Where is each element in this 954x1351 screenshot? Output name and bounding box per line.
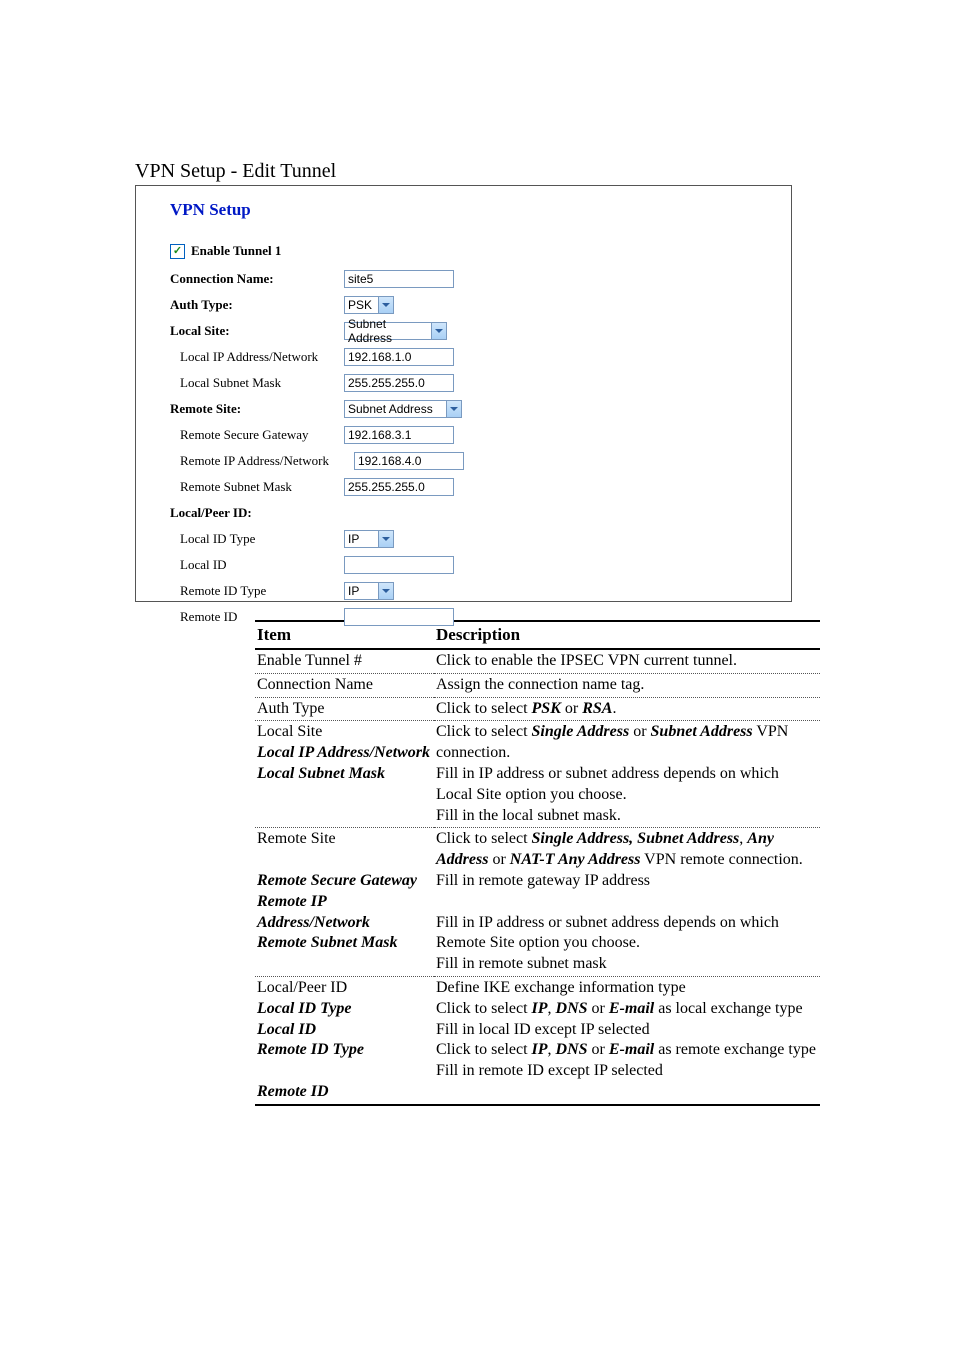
local-site-label: Local Site: (170, 323, 344, 339)
remote-mask-label: Remote Subnet Mask (170, 479, 344, 495)
vpn-setup-panel: VPN Setup ✓ Enable Tunnel 1 Connection N… (135, 185, 792, 602)
item-cell: Enable Tunnel # (255, 649, 434, 673)
remote-site-select[interactable]: Subnet Address (344, 400, 462, 418)
item-cell: Local SiteLocal IP Address/NetworkLocal … (255, 721, 434, 828)
desc-cell: Click to select Single Address, Subnet A… (434, 828, 820, 977)
connection-name-label: Connection Name: (170, 271, 344, 287)
connection-name-input[interactable] (344, 270, 454, 288)
remote-id-input[interactable] (344, 608, 454, 626)
chevron-down-icon (431, 323, 446, 339)
local-id-type-label: Local ID Type (170, 531, 344, 547)
remote-ip-label: Remote IP Address/Network (170, 453, 354, 469)
local-site-value: Subnet Address (345, 323, 431, 339)
item-cell: Local/Peer IDLocal ID TypeLocal IDRemote… (255, 977, 434, 1105)
remote-site-label: Remote Site: (170, 401, 344, 417)
auth-type-label: Auth Type: (170, 297, 344, 313)
description-table: Item Description Enable Tunnel #Click to… (255, 620, 820, 1106)
remote-ip-input[interactable] (354, 452, 464, 470)
remote-id-type-label: Remote ID Type (170, 583, 344, 599)
local-id-input[interactable] (344, 556, 454, 574)
item-cell: Connection Name (255, 673, 434, 697)
chevron-down-icon (378, 531, 393, 547)
local-ip-input[interactable] (344, 348, 454, 366)
auth-type-value: PSK (345, 297, 378, 313)
remote-mask-input[interactable] (344, 478, 454, 496)
local-mask-label: Local Subnet Mask (170, 375, 344, 391)
panel-title: VPN Setup (170, 200, 791, 220)
enable-tunnel-label: Enable Tunnel 1 (191, 243, 281, 259)
desc-cell: Click to enable the IPSEC VPN current tu… (434, 649, 820, 673)
item-cell: Auth Type (255, 697, 434, 721)
remote-gw-input[interactable] (344, 426, 454, 444)
description-section: Item Description Enable Tunnel #Click to… (255, 620, 820, 1106)
local-mask-input[interactable] (344, 374, 454, 392)
chevron-down-icon (378, 583, 393, 599)
page-title: VPN Setup - Edit Tunnel (135, 160, 824, 183)
local-ip-label: Local IP Address/Network (170, 349, 344, 365)
chevron-down-icon (446, 401, 461, 417)
remote-id-type-value: IP (345, 583, 378, 599)
table-row: Local SiteLocal IP Address/NetworkLocal … (255, 721, 820, 828)
desc-cell: Click to select Single Address or Subnet… (434, 721, 820, 828)
local-id-type-value: IP (345, 531, 378, 547)
table-row: Auth TypeClick to select PSK or RSA. (255, 697, 820, 721)
desc-cell: Define IKE exchange information typeClic… (434, 977, 820, 1105)
remote-site-value: Subnet Address (345, 401, 446, 417)
table-row: Enable Tunnel #Click to enable the IPSEC… (255, 649, 820, 673)
chevron-down-icon (378, 297, 393, 313)
check-icon: ✓ (170, 244, 185, 259)
remote-gw-label: Remote Secure Gateway (170, 427, 344, 443)
enable-tunnel-checkbox[interactable]: ✓ Enable Tunnel 1 (170, 243, 281, 259)
table-row: Local/Peer IDLocal ID TypeLocal IDRemote… (255, 977, 820, 1105)
desc-cell: Assign the connection name tag. (434, 673, 820, 697)
table-row: Remote SiteRemote Secure GatewayRemote I… (255, 828, 820, 977)
remote-id-type-select[interactable]: IP (344, 582, 394, 600)
local-id-label: Local ID (170, 557, 344, 573)
auth-type-select[interactable]: PSK (344, 296, 394, 314)
desc-cell: Click to select PSK or RSA. (434, 697, 820, 721)
remote-id-label: Remote ID (170, 609, 344, 625)
item-cell: Remote SiteRemote Secure GatewayRemote I… (255, 828, 434, 977)
local-id-type-select[interactable]: IP (344, 530, 394, 548)
table-row: Connection NameAssign the connection nam… (255, 673, 820, 697)
local-site-select[interactable]: Subnet Address (344, 322, 447, 340)
local-peer-id-label: Local/Peer ID: (170, 505, 344, 521)
